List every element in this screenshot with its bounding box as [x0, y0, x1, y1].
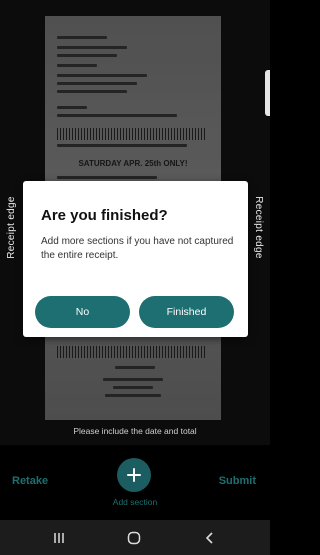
dialog-message: Add more sections if you have not captur…	[41, 236, 234, 261]
add-section-label: Add section	[112, 497, 158, 507]
add-section-button[interactable]	[117, 458, 151, 492]
system-nav-bar	[0, 520, 270, 555]
dialog-title: Are you finished?	[41, 207, 168, 224]
capture-hint: Please include the date and total	[73, 426, 197, 436]
capture-toolbar: Retake Add section Submit	[0, 445, 270, 520]
receipt-edge-left-label: Receipt edge	[5, 196, 17, 259]
home-icon[interactable]	[126, 530, 142, 546]
finished-button[interactable]: Finished	[139, 296, 234, 328]
retake-button[interactable]: Retake	[12, 475, 48, 487]
recents-icon[interactable]	[51, 530, 67, 546]
receipt-banner: SATURDAY APR. 25th ONLY!	[78, 159, 188, 168]
edge-panel-handle[interactable]	[265, 70, 270, 116]
no-button[interactable]: No	[35, 296, 130, 328]
plus-icon	[127, 468, 141, 482]
back-icon[interactable]	[202, 530, 218, 546]
submit-button[interactable]: Submit	[219, 475, 256, 487]
receipt-edge-right-label: Receipt edge	[253, 196, 265, 259]
finish-dialog: Are you finished? Add more sections if y…	[23, 181, 248, 337]
